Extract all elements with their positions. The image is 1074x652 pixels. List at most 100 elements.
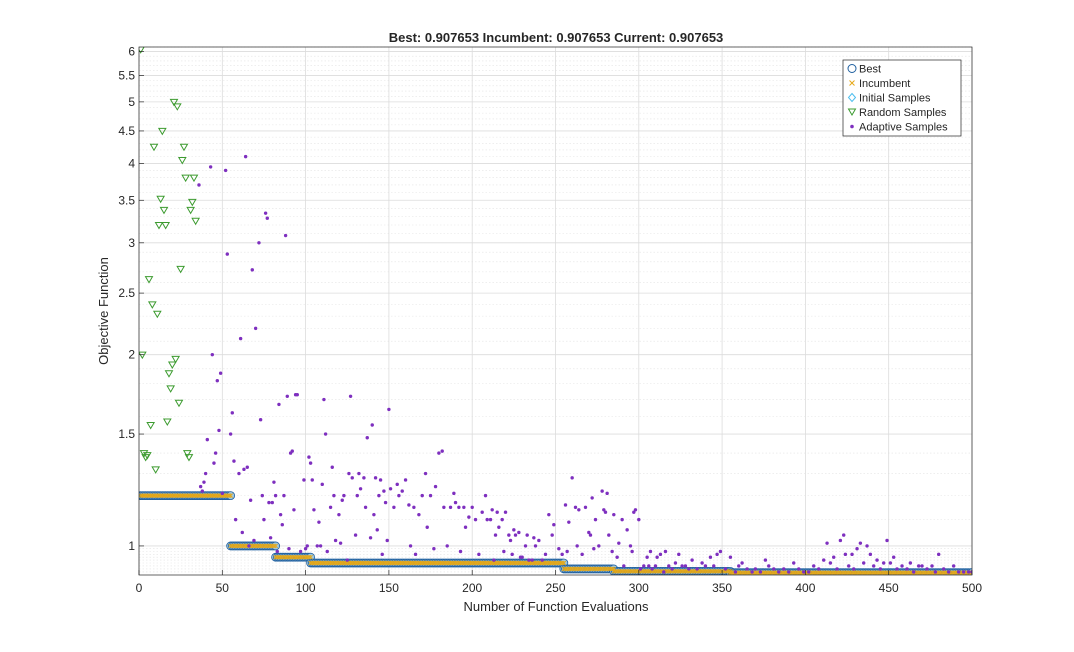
adaptive-sample-point (462, 505, 466, 510)
adaptive-sample-point (592, 547, 596, 551)
adaptive-sample-point (477, 552, 481, 557)
adaptive-sample-point (262, 517, 266, 522)
adaptive-sample-point (395, 482, 399, 487)
adaptive-sample-point (383, 500, 388, 505)
adaptive-sample-point (807, 570, 811, 574)
adaptive-sample-point (323, 432, 328, 436)
adaptive-sample-point (630, 549, 634, 554)
adaptive-sample-point (373, 476, 378, 480)
y-tick-label: 3.5 (118, 193, 135, 207)
adaptive-sample-point (257, 241, 261, 245)
adaptive-sample-point (513, 533, 518, 537)
chart-title: Best: 0.907653 Incumbent: 0.907653 Curre… (389, 30, 724, 45)
adaptive-sample-point (355, 493, 359, 498)
adaptive-sample-point (510, 552, 514, 557)
adaptive-sample-point (533, 544, 538, 548)
adaptive-sample-point (700, 561, 704, 565)
adaptive-sample-point (490, 508, 494, 512)
adaptive-sample-point (825, 541, 829, 545)
adaptive-sample-point (202, 480, 206, 484)
adaptive-sample-point (445, 544, 449, 548)
adaptive-sample-point (577, 508, 581, 512)
adaptive-sample-point (737, 564, 741, 568)
adaptive-sample-point (357, 471, 361, 476)
adaptive-sample-point (387, 407, 391, 412)
adaptive-sample-point (233, 517, 238, 522)
adaptive-sample-point (312, 508, 316, 512)
adaptive-sample-point (232, 459, 236, 463)
adaptive-sample-point (375, 528, 379, 532)
adaptive-sample-point (218, 371, 223, 375)
x-tick-label: 350 (712, 581, 732, 595)
adaptive-sample-point (197, 183, 201, 187)
x-tick-label: 100 (296, 581, 316, 595)
adaptive-sample-point (580, 552, 584, 557)
adaptive-sample-point (203, 471, 208, 476)
adaptive-sample-point (272, 480, 276, 484)
adaptive-sample-point (888, 561, 893, 565)
x-tick-label: 150 (379, 581, 399, 595)
adaptive-sample-point (941, 567, 946, 571)
adaptive-sample-point (763, 558, 768, 562)
adaptive-sample-point (290, 449, 294, 453)
adaptive-sample-point (307, 455, 311, 459)
adaptive-sample-point (302, 478, 306, 482)
adaptive-sample-point (507, 533, 511, 537)
x-tick-label: 450 (879, 581, 899, 595)
x-tick-label: 250 (545, 581, 565, 595)
adaptive-sample-point (483, 493, 488, 498)
adaptive-sample-point (642, 564, 646, 568)
adaptive-sample-point (908, 561, 913, 565)
adaptive-sample-point (625, 528, 629, 532)
adaptive-sample-point (512, 528, 516, 532)
adaptive-sample-point (412, 505, 416, 510)
x-axis-label: Number of Function Evaluations (464, 599, 649, 614)
adaptive-sample-point (270, 500, 274, 505)
legend: Best Incumbent Initial Samples Random Sa… (842, 59, 962, 137)
adaptive-sample-point (855, 547, 859, 551)
adaptive-sample-point (723, 567, 728, 571)
adaptive-sample-point (523, 544, 528, 548)
adaptive-sample-point (337, 512, 341, 517)
adaptive-sample-point (925, 567, 929, 571)
adaptive-sample-point (260, 493, 264, 498)
adaptive-sample-point (407, 503, 411, 507)
adaptive-sample-point (930, 564, 934, 568)
adaptive-sample-point (878, 567, 883, 571)
adaptive-sample-point (655, 555, 659, 559)
adaptive-sample-point (557, 547, 561, 551)
adaptive-sample-point (500, 517, 504, 522)
adaptive-sample-point (408, 544, 413, 548)
x-tick-label: 300 (629, 581, 649, 595)
adaptive-sample-point (605, 491, 609, 496)
adaptive-sample-point (885, 538, 889, 543)
adaptive-sample-point (278, 512, 283, 517)
x-tick-label: 200 (462, 581, 482, 595)
adaptive-sample-point (382, 489, 386, 493)
adaptive-sample-point (835, 567, 839, 571)
adaptive-sample-point (423, 471, 428, 476)
adaptive-sample-point (267, 500, 271, 505)
adaptive-sample-point (590, 496, 594, 500)
adaptive-sample-point (540, 558, 544, 562)
adaptive-sample-point (658, 552, 663, 557)
adaptive-sample-point (333, 538, 338, 543)
adaptive-sample-point (916, 564, 921, 568)
y-tick-label: 2 (128, 348, 135, 362)
adaptive-sample-point (797, 567, 801, 571)
adaptive-sample-point (648, 549, 653, 554)
adaptive-sample-point (425, 525, 429, 529)
adaptive-sample-point (663, 549, 668, 554)
adaptive-sample-point (718, 549, 723, 554)
legend-label-incumbent: Incumbent (859, 78, 910, 90)
adaptive-sample-point (240, 530, 244, 535)
adaptive-sample-point (620, 517, 624, 522)
adaptive-sample-point (951, 564, 956, 568)
adaptive-sample-point (842, 533, 846, 537)
adaptive-sample-point (708, 555, 713, 559)
y-tick-label: 1 (128, 539, 135, 553)
adaptive-sample-point (520, 555, 524, 559)
adaptive-sample-point (437, 451, 441, 455)
adaptive-sample-point (728, 555, 733, 559)
adaptive-sample-point (843, 552, 848, 557)
